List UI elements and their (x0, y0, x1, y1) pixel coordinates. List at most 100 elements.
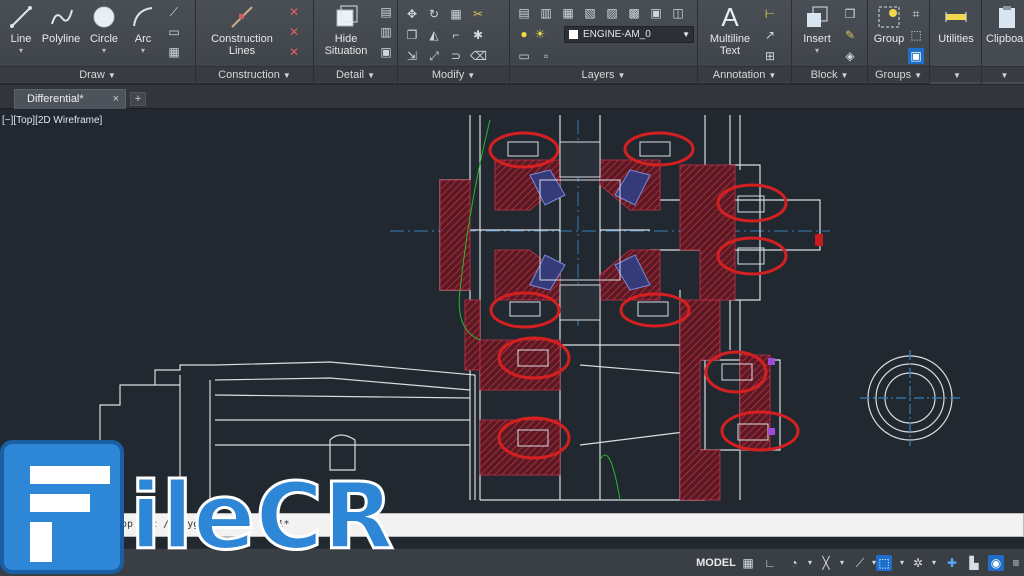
offset-line-icon[interactable]: ✕ (286, 44, 302, 60)
create-block-icon[interactable]: ❒ (842, 6, 858, 22)
layer-match-icon[interactable]: ▣ (648, 5, 664, 21)
layer-off-icon[interactable]: ▧ (582, 5, 598, 21)
dimension-icon[interactable]: ⊢ (762, 6, 778, 22)
chevron-down-icon[interactable]: ▾ (86, 45, 122, 57)
table-icon[interactable]: ⊞ (762, 48, 778, 64)
shaft-end (815, 234, 823, 246)
isolate-objects-icon[interactable]: ◉ (988, 555, 1004, 571)
current-layer-dropdown[interactable]: ENGINE-AM_0 ▼ (564, 26, 694, 43)
construction-panel-title[interactable]: Construction ▼ (196, 66, 313, 82)
stretch-icon[interactable]: ⇲ (404, 48, 420, 64)
chevron-down-icon[interactable]: ▾ (796, 45, 838, 57)
osnap-icon[interactable]: ╳ (818, 555, 834, 571)
detail-panel-title[interactable]: Detail ▼ (314, 66, 397, 82)
pencil-icon[interactable]: ⟋ (166, 4, 182, 20)
lightbulb-icon[interactable]: ● (516, 26, 532, 42)
layer-properties-icon[interactable]: ▤ (516, 5, 532, 21)
current-layer-name: ENGINE-AM_0 (583, 29, 651, 40)
chevron-down-icon[interactable]: ▾ (126, 45, 160, 57)
viewport-controls-label[interactable]: [−][Top][2D Wireframe] (2, 115, 102, 126)
snap-icon[interactable]: ∟ (762, 555, 778, 571)
polyline-button[interactable]: Polyline (40, 4, 82, 45)
draw-panel: Line ▾ Polyline Circle ▾ Arc ▾ ⟋ ▭ ▦ Dra… (0, 0, 196, 84)
grid-icon[interactable]: ▦ (740, 555, 756, 571)
construction-lines-button[interactable]: Construction Lines (202, 4, 282, 57)
dynamic-input-icon[interactable]: ⬚ (876, 555, 892, 571)
clipboard-panel: Clipboard ▼ (982, 0, 1024, 84)
modify-panel-title[interactable]: Modify ▼ (398, 66, 509, 82)
gear-icon[interactable]: ✲ (910, 555, 926, 571)
detail-tool-icon[interactable]: ▣ (378, 44, 394, 60)
workspace-icon[interactable]: ▙ (966, 555, 982, 571)
layer-tool-icon[interactable]: ▫ (538, 48, 554, 64)
ungroup-icon[interactable]: ⌗ (908, 6, 924, 22)
close-icon[interactable]: × (113, 90, 119, 108)
circle-button[interactable]: Circle ▾ (86, 4, 122, 57)
trim-icon[interactable]: ✂ (470, 6, 486, 22)
annotation-panel-title[interactable]: Annotation ▼ (698, 66, 791, 82)
arc-button[interactable]: Arc ▾ (126, 4, 160, 57)
insert-button[interactable]: Insert ▾ (796, 4, 838, 57)
copy-icon[interactable]: ❐ (404, 27, 420, 43)
move-icon[interactable]: ✥ (404, 6, 420, 22)
chevron-down-icon[interactable]: ▾ (894, 555, 910, 571)
hide-situation-button[interactable]: Hide Situation (318, 4, 374, 57)
line-button[interactable]: Line ▾ (4, 4, 38, 57)
clipboard-icon (999, 6, 1015, 28)
group-edit-icon[interactable]: ⬚ (908, 27, 924, 43)
layers-panel-title[interactable]: Layers ▼ (510, 66, 697, 82)
layer-state-icon[interactable]: ▥ (538, 5, 554, 21)
block-panel-title[interactable]: Block ▼ (792, 66, 867, 82)
polyline-icon (51, 9, 73, 25)
scale-icon[interactable]: ⤢ (426, 48, 442, 64)
bearing-circle-view (860, 350, 960, 446)
mirror-icon[interactable]: ◭ (426, 27, 442, 43)
chevron-down-icon[interactable]: ▾ (4, 45, 38, 57)
customize-menu-icon[interactable]: ≡ (1008, 555, 1024, 571)
ray-icon[interactable]: ✕ (286, 4, 302, 20)
layer-isolate-icon[interactable]: ▦ (560, 5, 576, 21)
xline-icon[interactable]: ✕ (286, 24, 302, 40)
group-select-icon[interactable]: ▣ (908, 48, 924, 64)
clipboard-panel-title[interactable]: ▼ (982, 66, 1024, 82)
offset-icon[interactable]: ⊃ (448, 48, 464, 64)
grip-marker (768, 358, 775, 365)
array-icon[interactable]: ▦ (448, 6, 464, 22)
chevron-down-icon[interactable]: ▾ (802, 555, 818, 571)
hatch-icon[interactable]: ▦ (166, 44, 182, 60)
clipboard-button[interactable]: Clipboard (986, 4, 1024, 45)
rotate-icon[interactable]: ↻ (426, 6, 442, 22)
erase-icon[interactable]: ⌫ (470, 48, 487, 64)
multiline-text-button[interactable]: A Multiline Text (702, 4, 758, 57)
rectangle-icon[interactable]: ▭ (166, 24, 182, 40)
sun-icon[interactable]: ☀ (532, 26, 548, 42)
fillet-icon[interactable]: ⌐ (448, 27, 464, 43)
explode-icon[interactable]: ✱ (470, 27, 486, 43)
chevron-down-icon[interactable]: ▾ (926, 555, 942, 571)
layer-previous-icon[interactable]: ▭ (516, 48, 532, 64)
detail-tool-icon[interactable]: ▤ (378, 4, 394, 20)
draw-panel-title[interactable]: Draw ▼ (0, 66, 195, 82)
utilities-panel-title[interactable]: ▼ (930, 66, 981, 82)
groups-panel-title[interactable]: Groups ▼ (868, 66, 929, 82)
chevron-down-icon[interactable]: ▾ (834, 555, 850, 571)
layer-lock-icon[interactable]: ▩ (626, 5, 642, 21)
edit-block-icon[interactable]: ✎ (842, 27, 858, 43)
model-space-button[interactable]: MODEL (694, 554, 738, 572)
arc-icon (133, 7, 153, 27)
block-attribute-icon[interactable]: ◈ (842, 48, 858, 64)
leader-icon[interactable]: ↗ (762, 27, 778, 43)
tab-differential[interactable]: Differential* × (14, 89, 126, 109)
new-tab-button[interactable]: + (130, 92, 146, 106)
layer-walk-icon[interactable]: ◫ (670, 5, 686, 21)
plus-icon[interactable]: ✚ (944, 555, 960, 571)
group-button[interactable]: Group (872, 4, 906, 45)
multiline-text-label-1: Multiline (709, 33, 751, 45)
layer-freeze-icon[interactable]: ▨ (604, 5, 620, 21)
arc-label: Arc (134, 33, 152, 45)
construction-lines-label-1: Construction (211, 33, 273, 45)
detail-tool-icon[interactable]: ▥ (378, 24, 394, 40)
ribbon: Line ▾ Polyline Circle ▾ Arc ▾ ⟋ ▭ ▦ Dra… (0, 0, 1024, 84)
ortho-icon[interactable]: ◔ (786, 555, 802, 571)
utilities-button[interactable]: Utilities (932, 4, 980, 45)
